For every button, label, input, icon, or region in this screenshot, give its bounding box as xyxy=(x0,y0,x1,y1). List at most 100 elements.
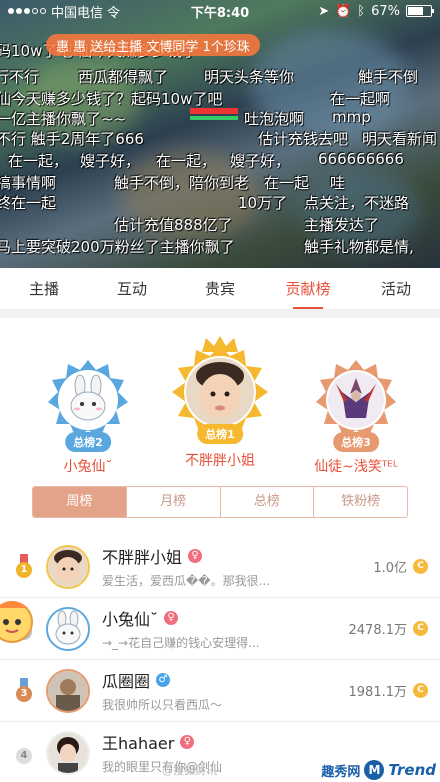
danmu-comment: 西瓜都得飘了 xyxy=(78,68,169,86)
female-icon: ♀ xyxy=(180,735,195,749)
clock: 下午8:40 xyxy=(190,5,250,21)
user-signature: 爱生活，爱西瓜��。那我很... xyxy=(102,574,271,588)
avatar[interactable] xyxy=(46,668,90,713)
tab-vip[interactable]: 贵宾 xyxy=(176,268,264,309)
tab-fans[interactable]: 铁粉榜 xyxy=(314,487,407,517)
user-name: 小兔仙˘ xyxy=(102,610,159,629)
top3-podium: 总榜2 小兔仙˘ 总榜1 不胖胖小姐 总榜3 仙徒~浅笑ᵀᴱᴸ xyxy=(0,318,440,478)
contribution-amount: 1.0亿 xyxy=(373,561,407,576)
mascot-icon xyxy=(0,601,33,643)
danmu-comment: 估计充值888亿了 xyxy=(114,216,233,234)
user-name: 王hahaer xyxy=(102,734,175,753)
coin-icon: C xyxy=(413,621,428,636)
podium-rank-3[interactable]: 总榜3 仙徒~浅笑ᵀᴱᴸ xyxy=(296,358,416,476)
danmu-comment: 明天看新闻 xyxy=(362,130,438,148)
tab-weekly[interactable]: 周榜 xyxy=(33,487,127,517)
rank-ribbon: 总榜2 xyxy=(65,432,111,452)
site-watermark: 趣秀网 M Trend xyxy=(321,760,436,780)
tab-events[interactable]: 活动 xyxy=(352,268,440,309)
tab-total[interactable]: 总榜 xyxy=(221,487,315,517)
podium-rank-2[interactable]: 总榜2 小兔仙˘ xyxy=(38,358,138,476)
bluetooth-icon: ᛒ xyxy=(357,3,366,19)
female-icon: ♀ xyxy=(188,549,203,563)
danmu-comment: 在一起啊 xyxy=(330,90,391,108)
contribution-amount: 2478.1万 xyxy=(348,623,408,638)
tab-anchor[interactable]: 主播 xyxy=(0,268,88,309)
danmu-comment: 嫂子好， xyxy=(230,152,291,170)
danmu-comment: 搞事情啊 xyxy=(0,174,57,192)
app-root: 中国电信 令 下午8:40 ➤ ⏰ ᛒ 67% 惠 惠 送给主播 文博同学 1个… xyxy=(0,0,440,782)
rank-ribbon: 总榜1 xyxy=(197,424,243,444)
danmu-comment: 在一起， xyxy=(156,152,217,170)
user-name: 瓜圈圈 xyxy=(102,672,151,691)
avatar[interactable] xyxy=(46,730,90,775)
rank-ribbon: 总榜3 xyxy=(333,432,379,452)
danmu-comment: 主播发达了 xyxy=(304,216,380,234)
danmu-comment: 仙今天赚多少钱了？起码10w了吧 xyxy=(0,90,223,108)
danmu-comment: 触手不倒，陪你到老 xyxy=(114,174,250,192)
danmu-comment: 666666666 xyxy=(318,150,404,168)
list-item[interactable]: 1 不胖胖小姐 ♀ 爱生活，爱西瓜��。那我很... 1.0亿 C xyxy=(0,536,440,598)
list-item[interactable]: 2 小兔仙˘♀ →_→花自己赚的钱心安理得... 2478.1万 C xyxy=(0,598,440,660)
danmu-comment: 哇 xyxy=(330,174,346,192)
danmu-comment: 在一起， xyxy=(8,152,69,170)
user-signature: →_→花自己赚的钱心安理得... xyxy=(102,636,260,650)
contribution-list: 1 不胖胖小姐♀ 爱生活，爱西瓜��。那我很... 1.0亿 C 2 小兔仙˘♀ xyxy=(0,536,440,782)
rank-medal-icon: 1 xyxy=(14,553,34,580)
danmu-comment: 点关注，不迷路 xyxy=(304,194,410,212)
danmu-comment: 触手礼物都是情, xyxy=(304,238,414,256)
danmu-comment: 行不行 xyxy=(0,68,40,86)
rank-number: 4 xyxy=(14,740,34,766)
watermark-text: 趣秀网 xyxy=(321,764,361,780)
signal-icon xyxy=(8,8,46,14)
section-divider xyxy=(0,310,440,318)
coin-icon: C xyxy=(413,559,428,574)
danmu-comment: 10万了 xyxy=(238,194,288,212)
danmu-comment: 明天头条等你 xyxy=(204,68,295,86)
user-name: 不胖胖小姐 xyxy=(102,548,183,567)
rank-medal-icon: 3 xyxy=(14,677,34,704)
danmu-comment: mmp xyxy=(332,108,371,126)
list-item[interactable]: 3 瓜圈圈 ♂ 我很帅所以只看西瓜～ 1981.1万 C xyxy=(0,660,440,722)
warrior-avatar-icon xyxy=(328,372,384,428)
danmu-comment: 吐泡泡啊 xyxy=(244,110,305,128)
game-mana-bar xyxy=(190,116,238,120)
danmu-comment: 不行 触手2周年了666 xyxy=(0,130,144,148)
male-icon: ♂ xyxy=(156,673,171,687)
danmu-comment: 触手不倒 xyxy=(358,68,419,86)
watermark-text: Trend xyxy=(388,761,436,779)
coin-icon: C xyxy=(413,683,428,698)
wifi-icon: 令 xyxy=(107,5,121,21)
status-bar: 中国电信 令 下午8:40 ➤ ⏰ ᛒ 67% xyxy=(0,0,440,22)
carrier-label: 中国电信 xyxy=(51,5,104,21)
gift-banner: 惠 惠 送给主播 文博同学 1个珍珠 xyxy=(46,34,260,56)
podium-name: 仙徒~浅笑ᵀᴱᴸ xyxy=(314,459,398,475)
watermark-logo-icon: M xyxy=(364,760,385,780)
avatar[interactable] xyxy=(46,606,90,651)
podium-rank-1[interactable]: 总榜1 不胖胖小姐 xyxy=(160,334,280,470)
tab-monthly[interactable]: 月榜 xyxy=(127,487,221,517)
weibo-watermark: @搜狐财讯 xyxy=(162,764,217,777)
tab-interact[interactable]: 互动 xyxy=(88,268,176,309)
danmu-comment: 估计充钱去吧 xyxy=(258,130,349,148)
battery-icon xyxy=(406,5,434,17)
avatar[interactable] xyxy=(46,544,90,589)
danmu-comment: 一亿主播你飘了~~ xyxy=(0,110,127,128)
danmu-comment: 终在一起 xyxy=(0,194,57,212)
tab-contribution[interactable]: 贡献榜 xyxy=(264,268,352,309)
danmu-comment: 嫂子好， xyxy=(80,152,141,170)
alarm-icon: ⏰ xyxy=(335,3,352,19)
live-video[interactable]: 中国电信 令 下午8:40 ➤ ⏰ ᛒ 67% 惠 惠 送给主播 文博同学 1个… xyxy=(0,0,440,268)
battery-percent: 67% xyxy=(371,3,400,19)
podium-name: 小兔仙˘ xyxy=(63,459,113,475)
danmu-comment: 在一起 xyxy=(264,174,310,192)
baby-avatar-icon xyxy=(186,358,254,426)
location-icon: ➤ xyxy=(318,3,330,19)
danmu-comment: 马上要突破200万粉丝了主播你飘了 xyxy=(0,238,235,256)
podium-name: 不胖胖小姐 xyxy=(185,453,255,469)
contribution-amount: 1981.1万 xyxy=(348,685,408,700)
female-icon: ♀ xyxy=(164,611,179,625)
user-signature: 我很帅所以只看西瓜～ xyxy=(102,698,223,712)
room-tabs: 主播 互动 贵宾 贡献榜 活动 xyxy=(0,268,440,310)
rabbit-avatar-icon xyxy=(60,372,116,428)
